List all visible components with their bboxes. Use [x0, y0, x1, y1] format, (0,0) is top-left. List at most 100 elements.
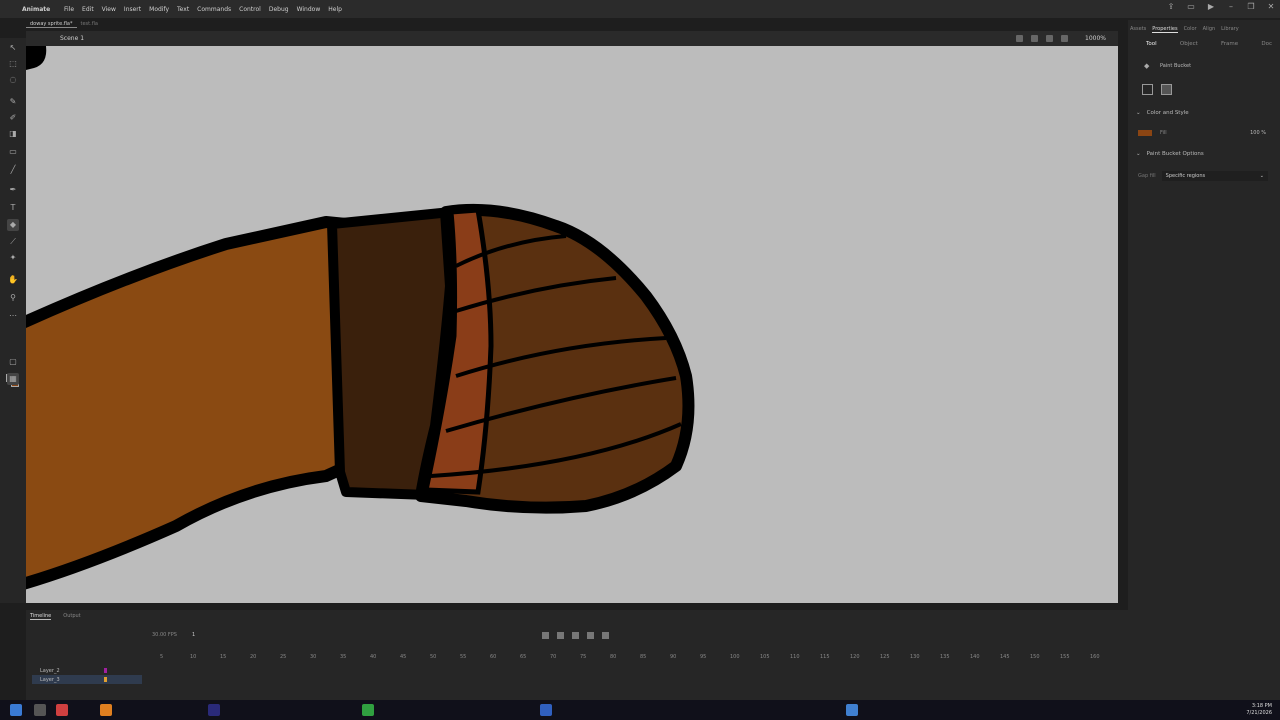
share-icon[interactable]: ⇪: [1166, 2, 1176, 12]
ruler-tick-label: 160: [1090, 654, 1100, 660]
ruler-tick-label: 110: [790, 654, 800, 660]
clock-date: 7/21/2026: [1246, 710, 1272, 716]
paint-bucket-icon: ◆: [1144, 62, 1150, 70]
test-movie-icon[interactable]: ▶: [1206, 2, 1216, 12]
menu-window[interactable]: Window: [293, 6, 325, 13]
app-icon[interactable]: [540, 704, 552, 716]
restore-icon[interactable]: ❐: [1246, 2, 1256, 12]
stage-view-icons: [1016, 35, 1068, 42]
gap-fill-select[interactable]: Specific regions ⌄: [1161, 171, 1268, 181]
close-icon[interactable]: ✕: [1266, 2, 1276, 12]
document-tabs: doway sprite.fla* test.fla: [26, 18, 102, 30]
tab-library[interactable]: Library: [1221, 26, 1238, 33]
ruler-tick-label: 65: [520, 654, 526, 660]
pen-tool-icon[interactable]: ✒: [7, 184, 19, 196]
eraser-tool-icon[interactable]: ◨: [7, 128, 19, 140]
stage-canvas[interactable]: [26, 46, 1118, 603]
search-icon[interactable]: [34, 704, 46, 716]
play-icon[interactable]: [587, 631, 594, 639]
menu-file[interactable]: File: [60, 6, 78, 13]
ruler-tick-label: 135: [940, 654, 950, 660]
start-icon[interactable]: [10, 704, 22, 716]
firefox-icon[interactable]: [100, 704, 112, 716]
more-tools-icon[interactable]: ⋯: [7, 310, 19, 322]
ruler-tick-label: 10: [190, 654, 196, 660]
paint-bucket-tool-icon[interactable]: ◆: [7, 219, 19, 231]
prev-frame-icon[interactable]: [557, 631, 564, 639]
zoom-level[interactable]: 1000%: [1085, 35, 1106, 42]
menu-control[interactable]: Control: [235, 6, 265, 13]
text-tool-icon[interactable]: T: [7, 202, 19, 214]
current-tool: ◆ Paint Bucket: [1144, 62, 1280, 70]
selection-tool-icon[interactable]: ↖: [7, 42, 19, 54]
object-drawing-button[interactable]: [1161, 84, 1172, 95]
frame-ruler[interactable]: 5 10 15 20 25 30 35 40 45 50 55 60 65 70 75 80 85 90 95 100…: [140, 650, 1124, 662]
snap-icon[interactable]: [1016, 35, 1023, 42]
hand-tool-icon[interactable]: ✋: [7, 274, 19, 286]
tab-object[interactable]: Object: [1180, 41, 1198, 47]
line-tool-icon[interactable]: ╱: [7, 164, 19, 176]
camera-icon[interactable]: [1031, 35, 1038, 42]
system-clock[interactable]: 3:18 PM 7/21/2026: [1246, 703, 1272, 717]
layout-icon[interactable]: ▭: [1186, 2, 1196, 12]
subselection-tool-icon[interactable]: ⬚: [7, 58, 19, 70]
fill-swatch[interactable]: [1138, 130, 1152, 136]
pencil-tool-icon[interactable]: ✎: [7, 96, 19, 108]
pin-tool-icon[interactable]: ✦: [7, 252, 19, 264]
fill-row: Fill 100 %: [1138, 130, 1280, 136]
app-icon[interactable]: [56, 704, 68, 716]
merge-drawing-button[interactable]: [1142, 84, 1153, 95]
rectangle-tool-icon[interactable]: ▭: [7, 146, 19, 158]
tab-assets[interactable]: Assets: [1130, 26, 1146, 33]
menu-help[interactable]: Help: [324, 6, 346, 13]
bucket-options-label: Paint Bucket Options: [1146, 151, 1204, 157]
timeline-panel: Timeline Output 30.00 FPS 1 5 10 15 20 25 30 3…: [26, 610, 1128, 700]
center-stage-icon[interactable]: [1061, 35, 1068, 42]
current-frame[interactable]: 1: [192, 632, 195, 638]
tab-align[interactable]: Align: [1203, 26, 1216, 33]
menu-edit[interactable]: Edit: [78, 6, 98, 13]
bucket-options-header[interactable]: ⌄ Paint Bucket Options: [1136, 151, 1280, 157]
clip-icon[interactable]: [1046, 35, 1053, 42]
lasso-tool-icon[interactable]: ◌: [7, 74, 19, 86]
animate-icon[interactable]: [208, 704, 220, 716]
tab-color[interactable]: Color: [1184, 26, 1197, 33]
menu-debug[interactable]: Debug: [265, 6, 293, 13]
stop-icon[interactable]: [572, 631, 579, 639]
minimize-icon[interactable]: –: [1226, 2, 1236, 12]
next-frame-icon[interactable]: [602, 631, 609, 639]
app-icon[interactable]: [846, 704, 858, 716]
artwork: [26, 46, 695, 590]
brush-tool-icon[interactable]: ✐: [7, 112, 19, 124]
spotify-icon[interactable]: [362, 704, 374, 716]
tab-properties[interactable]: Properties: [1152, 26, 1178, 33]
gap-fill-value: Specific regions: [1165, 173, 1206, 179]
tab-output[interactable]: Output: [63, 613, 80, 620]
tools-panel: ↖ ⬚ ◌ ✎ ✐ ◨ ▭ ╱ ✒ T ◆ ⟋ ✦ ✋ ⚲ ⋯ ▢ ▦: [0, 38, 26, 603]
object-drawing-icon[interactable]: ▢: [7, 356, 19, 368]
tab-tool[interactable]: Tool: [1146, 41, 1157, 47]
menu-text[interactable]: Text: [173, 6, 193, 13]
menu-modify[interactable]: Modify: [145, 6, 173, 13]
clock-time: 3:18 PM: [1251, 703, 1272, 709]
tab-doc[interactable]: Doc: [1261, 41, 1272, 47]
menu-view[interactable]: View: [98, 6, 120, 13]
layer-row[interactable]: Layer_3: [32, 675, 142, 684]
ruler-tick-label: 75: [580, 654, 586, 660]
eyedropper-tool-icon[interactable]: ⟋: [7, 236, 19, 248]
fps-readout[interactable]: 30.00 FPS: [152, 632, 177, 638]
tab-timeline[interactable]: Timeline: [30, 613, 52, 620]
color-style-header[interactable]: ⌄ Color and Style: [1136, 110, 1280, 116]
scene-label[interactable]: Scene 1: [60, 35, 84, 42]
layer-name: Layer_2: [40, 667, 60, 674]
menu-commands[interactable]: Commands: [193, 6, 235, 13]
first-frame-icon[interactable]: [542, 631, 549, 639]
gap-size-icon[interactable]: ▦: [7, 373, 19, 385]
doc-tab-inactive[interactable]: test.fla: [77, 21, 102, 27]
doc-tab-active[interactable]: doway sprite.fla*: [26, 21, 77, 28]
fill-opacity[interactable]: 100 %: [1250, 130, 1266, 136]
tab-frame[interactable]: Frame: [1221, 41, 1238, 47]
menu-insert[interactable]: Insert: [120, 6, 145, 13]
zoom-tool-icon[interactable]: ⚲: [7, 292, 19, 304]
layer-row[interactable]: Layer_2: [32, 666, 142, 675]
